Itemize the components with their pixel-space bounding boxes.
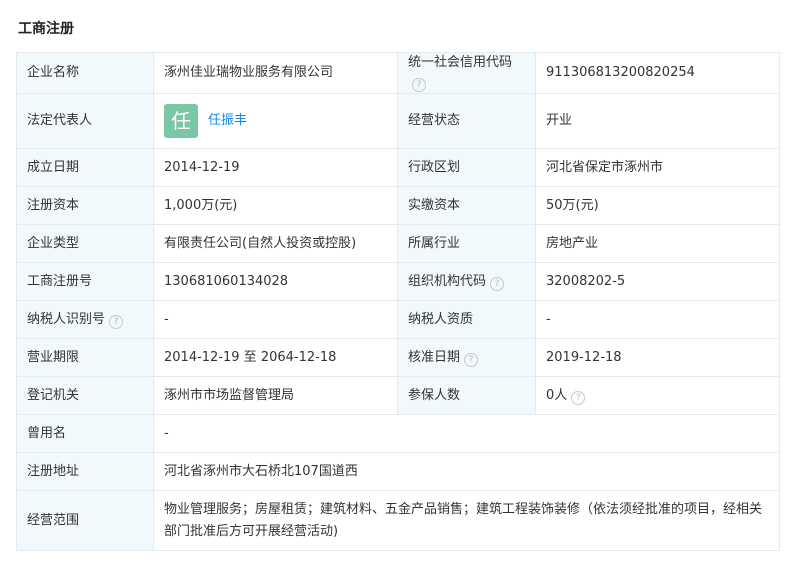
org-code-label-cell: 组织机构代码? [397, 262, 536, 301]
table-row: 工商注册号 130681060134028 组织机构代码? 32008202-5 [16, 262, 780, 301]
section-title: 工商注册 [18, 21, 74, 37]
reg-authority-label: 登记机关 [16, 376, 154, 415]
help-icon[interactable]: ? [464, 352, 479, 367]
found-date-label: 成立日期 [16, 148, 154, 187]
approve-date-value: 2019-12-18 [535, 338, 780, 377]
paid-capital-value: 50万(元) [535, 186, 780, 225]
approve-date-label: 核准日期 [408, 349, 461, 365]
table-row: 曾用名 - [16, 414, 780, 453]
table-row: 纳税人识别号? - 纳税人资质 - [16, 300, 780, 339]
insured-value: 0人 [546, 387, 568, 403]
company-type-label: 企业类型 [16, 224, 154, 263]
former-name-value: - [153, 414, 780, 453]
taxpayer-id-value: - [153, 300, 398, 339]
former-name-label: 曾用名 [16, 414, 154, 453]
taxpayer-id-label-cell: 纳税人识别号? [16, 300, 154, 339]
region-value: 河北省保定市涿州市 [535, 148, 780, 187]
table-row: 成立日期 2014-12-19 行政区划 河北省保定市涿州市 [16, 148, 780, 187]
table-row: 注册资本 1,000万(元) 实缴资本 50万(元) [16, 186, 780, 225]
legal-rep-link[interactable]: 任振丰 [208, 113, 247, 128]
credit-code-value: 911306813200820254 [535, 52, 780, 94]
industry-value: 房地产业 [535, 224, 780, 263]
taxpayer-qual-label: 纳税人资质 [397, 300, 536, 339]
scope-value: 物业管理服务；房屋租赁；建筑材料、五金产品销售；建筑工程装饰装修（依法须经批准的… [153, 490, 780, 551]
table-row: 法定代表人 任任振丰 经营状态 开业 [16, 93, 780, 149]
legal-rep-label: 法定代表人 [16, 93, 154, 149]
help-icon[interactable]: ? [490, 276, 505, 291]
insured-cell: 0人? [535, 376, 780, 415]
found-date-value: 2014-12-19 [153, 148, 398, 187]
address-value: 河北省涿州市大石桥北107国道西 [153, 452, 780, 491]
table-row: 经营范围 物业管理服务；房屋租赁；建筑材料、五金产品销售；建筑工程装饰装修（依法… [16, 490, 780, 551]
table-row: 注册地址 河北省涿州市大石桥北107国道西 [16, 452, 780, 491]
company-name-label: 企业名称 [16, 52, 154, 94]
help-icon[interactable]: ? [109, 314, 124, 329]
reg-capital-label: 注册资本 [16, 186, 154, 225]
industry-label: 所属行业 [397, 224, 536, 263]
table-row: 营业期限 2014-12-19 至 2064-12-18 核准日期? 2019-… [16, 338, 780, 377]
region-label: 行政区划 [397, 148, 536, 187]
avatar: 任 [164, 104, 198, 138]
taxpayer-qual-value: - [535, 300, 780, 339]
credit-code-label: 统一社会信用代码 [408, 55, 513, 70]
company-name-value: 涿州佳业瑞物业服务有限公司 [153, 52, 398, 94]
reg-capital-value: 1,000万(元) [153, 186, 398, 225]
reg-number-label: 工商注册号 [16, 262, 154, 301]
registration-table: 企业名称 涿州佳业瑞物业服务有限公司 统一社会信用代码? 91130681320… [16, 52, 780, 551]
help-icon[interactable]: ? [571, 390, 586, 405]
reg-number-value: 130681060134028 [153, 262, 398, 301]
table-row: 企业类型 有限责任公司(自然人投资或控股) 所属行业 房地产业 [16, 224, 780, 263]
paid-capital-label: 实缴资本 [397, 186, 536, 225]
company-type-value: 有限责任公司(自然人投资或控股) [153, 224, 398, 263]
biz-term-label: 营业期限 [16, 338, 154, 377]
scope-label: 经营范围 [16, 490, 154, 551]
taxpayer-id-label: 纳税人识别号 [27, 311, 106, 327]
address-label: 注册地址 [16, 452, 154, 491]
status-label: 经营状态 [397, 93, 536, 149]
status-value: 开业 [535, 93, 780, 149]
org-code-label: 组织机构代码 [408, 273, 487, 289]
biz-term-value: 2014-12-19 至 2064-12-18 [153, 338, 398, 377]
credit-code-label-cell: 统一社会信用代码? [397, 52, 536, 94]
legal-rep-cell: 任任振丰 [153, 93, 398, 149]
table-row: 企业名称 涿州佳业瑞物业服务有限公司 统一社会信用代码? 91130681320… [16, 52, 780, 94]
org-code-value: 32008202-5 [535, 262, 780, 301]
insured-label: 参保人数 [397, 376, 536, 415]
reg-authority-value: 涿州市市场监督管理局 [153, 376, 398, 415]
table-row: 登记机关 涿州市市场监督管理局 参保人数 0人? [16, 376, 780, 415]
approve-date-label-cell: 核准日期? [397, 338, 536, 377]
help-icon[interactable]: ? [412, 78, 426, 92]
